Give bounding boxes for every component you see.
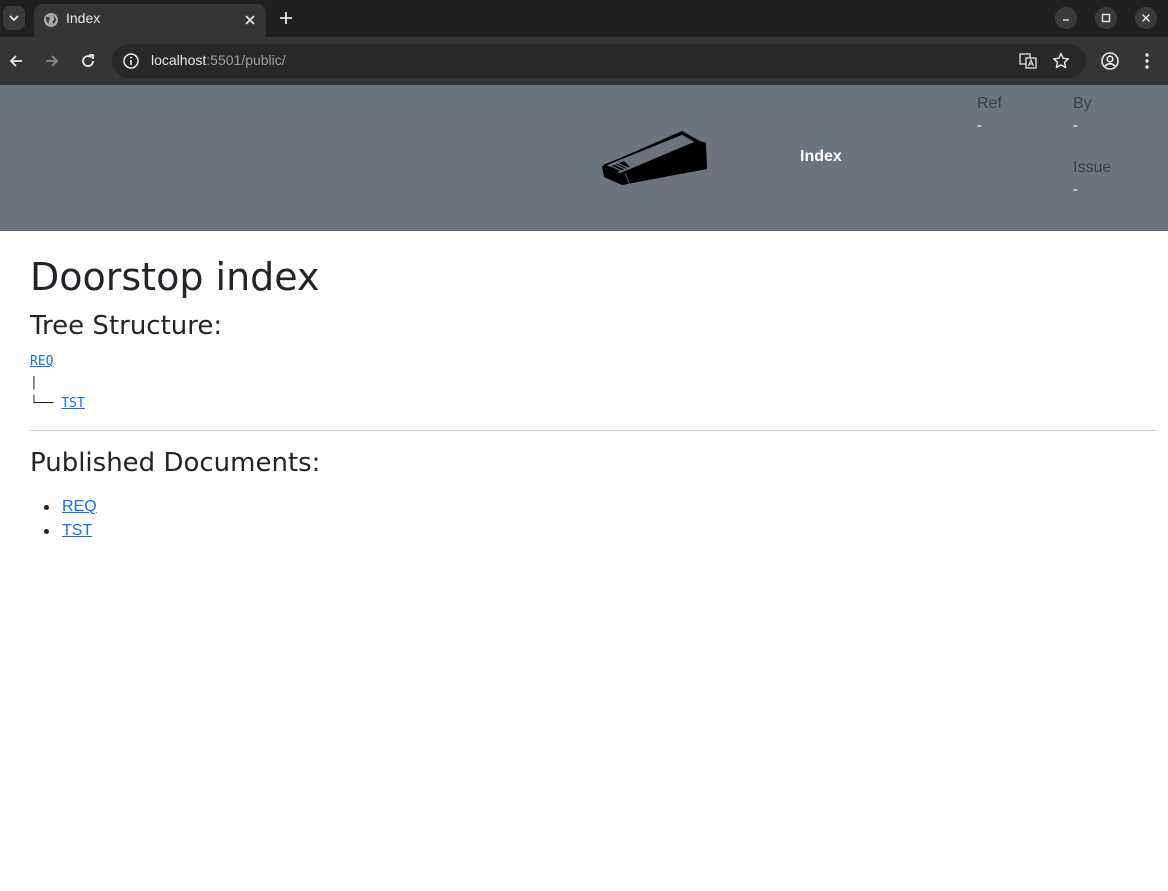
list-item: TST <box>30 519 97 543</box>
arrow-right-icon <box>46 55 59 67</box>
tree-link-req[interactable]: REQ <box>30 354 53 369</box>
globe-icon <box>44 13 58 27</box>
info-icon[interactable] <box>122 52 140 70</box>
browser-toolbar: localhost:5501/public/ <box>0 37 1168 85</box>
tree-link-tst[interactable]: TST <box>61 396 84 411</box>
tree-heading: Tree Structure: <box>30 311 223 341</box>
url-text[interactable]: localhost:5501/public/ <box>151 52 286 68</box>
divider <box>30 430 1157 431</box>
reload-button[interactable] <box>76 49 100 73</box>
page-title: Doorstop index <box>30 255 320 299</box>
issue-value: - <box>1073 181 1078 198</box>
close-icon <box>1142 14 1150 22</box>
profile-button[interactable] <box>1098 49 1122 73</box>
new-tab-button[interactable] <box>274 6 298 30</box>
forward-button[interactable] <box>40 49 64 73</box>
meta-by: By - <box>1073 95 1092 134</box>
translate-icon <box>1019 53 1037 69</box>
tab-search-button[interactable] <box>3 6 25 30</box>
bookmark-button[interactable] <box>1051 51 1071 71</box>
maximize-button[interactable] <box>1095 7 1117 29</box>
minimize-icon <box>1063 19 1069 21</box>
list-item: REQ <box>30 495 97 519</box>
by-label: By <box>1073 95 1092 112</box>
close-window-button[interactable] <box>1135 7 1157 29</box>
close-icon <box>245 15 255 25</box>
ref-label: Ref <box>977 95 1002 112</box>
tab-close-button[interactable] <box>240 10 260 30</box>
menu-button[interactable] <box>1135 49 1159 73</box>
tab-title: Index <box>66 10 101 26</box>
doorstop-logo <box>602 131 707 186</box>
url-path: :5501/public/ <box>206 52 286 68</box>
star-icon <box>1052 52 1070 69</box>
minimize-button[interactable] <box>1055 7 1077 29</box>
header-title: Index <box>800 148 842 165</box>
meta-issue: Issue - <box>1073 159 1111 198</box>
tree-pipe: | <box>30 375 38 390</box>
issue-label: Issue <box>1073 159 1112 176</box>
profile-icon <box>1101 52 1119 70</box>
reload-icon <box>82 54 94 67</box>
translate-button[interactable] <box>1018 51 1038 71</box>
page-header: Index Ref - By - Issue - <box>0 85 1168 231</box>
plus-icon <box>280 12 292 24</box>
kebab-menu-icon <box>1145 53 1149 69</box>
tree-structure: REQ | └── TST <box>30 351 85 414</box>
meta-ref: Ref - <box>977 95 1002 134</box>
url-host: localhost <box>151 52 207 68</box>
arrow-left-icon <box>9 55 22 67</box>
maximize-icon <box>1101 13 1111 23</box>
back-button[interactable] <box>4 49 28 73</box>
published-documents-list: REQ TST <box>30 495 97 543</box>
ref-value: - <box>977 117 982 134</box>
published-heading: Published Documents: <box>30 448 321 478</box>
address-bar[interactable]: localhost:5501/public/ <box>112 44 1086 78</box>
document-link-req[interactable]: REQ <box>62 498 97 515</box>
chevron-down-icon <box>9 15 19 22</box>
by-value: - <box>1073 117 1078 134</box>
document-link-tst[interactable]: TST <box>62 522 92 539</box>
tab-strip: Index <box>0 0 1168 37</box>
tree-branch: └── <box>30 396 62 411</box>
browser-tab[interactable]: Index <box>34 4 266 37</box>
